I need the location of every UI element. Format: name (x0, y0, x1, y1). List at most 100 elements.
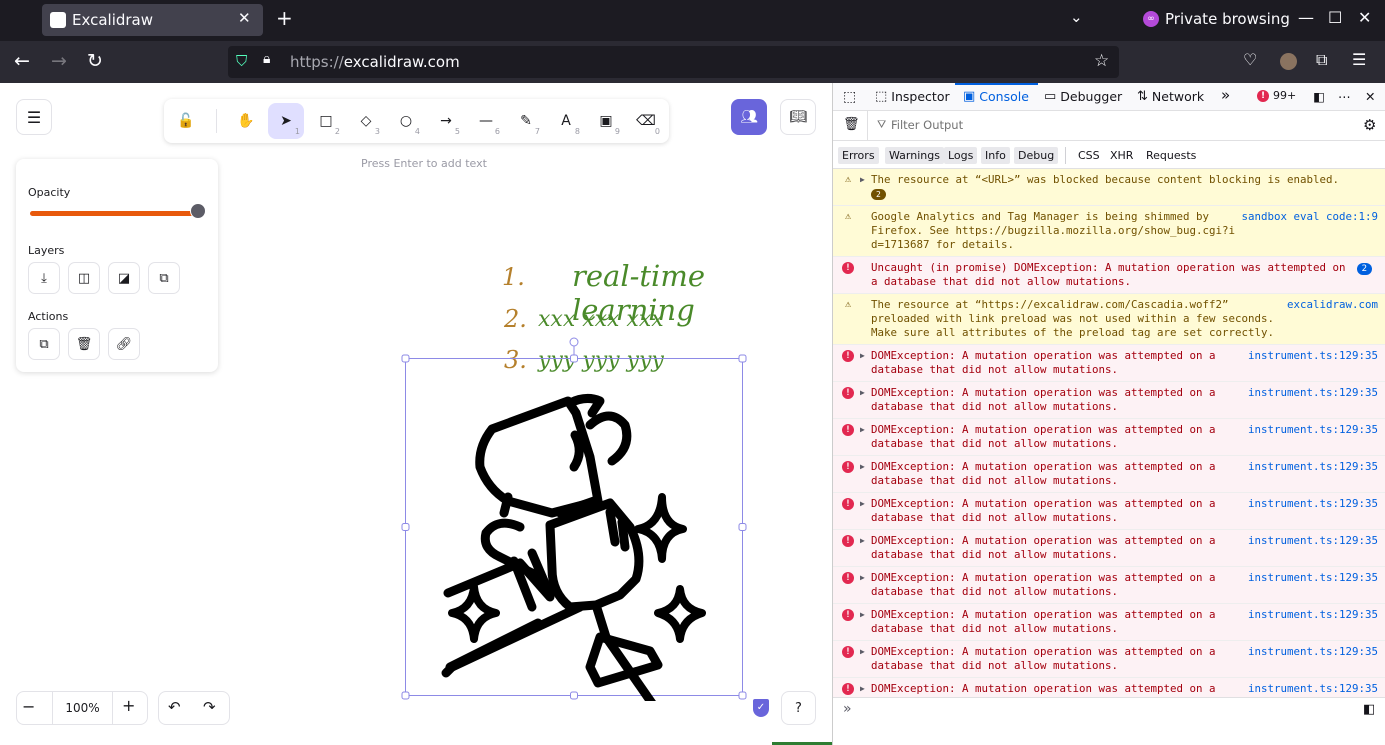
browser-tab[interactable]: Excalidraw ✕ (42, 4, 263, 36)
forward-icon[interactable]: → (51, 50, 67, 72)
filter-errors[interactable]: Errors (838, 147, 879, 164)
message-source-link[interactable]: instrument.ts:129:35 (1248, 682, 1378, 696)
delete-button[interactable]: 🗑︎ (68, 328, 100, 360)
console-error-message[interactable]: ! ▶ DOMException: A mutation operation was… (833, 419, 1385, 456)
send-backward-button[interactable]: ◫ (68, 262, 100, 294)
maximize-icon[interactable]: ☐ (1328, 8, 1342, 27)
expand-twisty-icon[interactable]: ▶ (860, 608, 865, 622)
tracking-shield-icon[interactable]: ⛉ (236, 52, 247, 70)
expand-twisty-icon[interactable]: ▶ (860, 423, 865, 437)
tab-debugger[interactable]: ▭ Debugger (1044, 89, 1122, 104)
message-source-link[interactable]: instrument.ts:129:35 (1248, 386, 1378, 400)
console-settings-gear-icon[interactable]: ⚙ (1363, 116, 1376, 134)
console-error-message[interactable]: ! ▶ DOMException: A mutation operation was… (833, 567, 1385, 604)
message-source-link[interactable]: instrument.ts:129:35 (1248, 423, 1378, 437)
console-error-message[interactable]: ! ▶ DOMException: A mutation operation was… (833, 604, 1385, 641)
diamond-tool[interactable]: ◇ 3 (348, 103, 384, 139)
redo-icon[interactable]: ↷ (203, 698, 216, 716)
expand-twisty-icon[interactable]: ▶ (860, 534, 865, 548)
undo-icon[interactable]: ↶ (168, 698, 181, 716)
console-error-message[interactable]: ! ▶ DOMException: A mutation operation was… (833, 382, 1385, 419)
pocket-icon[interactable]: ♡ (1243, 50, 1257, 69)
console-error-message[interactable]: ! ▶ DOMException: A mutation operation was… (833, 641, 1385, 678)
tab-console[interactable]: ▣ Console (963, 89, 1029, 104)
devtools-close-icon[interactable]: ✕ (1365, 89, 1375, 104)
library-button[interactable]: 📖︎ (780, 99, 816, 135)
message-source-link[interactable]: instrument.ts:129:35 (1248, 497, 1378, 511)
trophy-image-selection[interactable] (400, 337, 750, 701)
url-bar[interactable]: ⛉ 🔒︎ https://excalidraw.com ☆ (228, 46, 1119, 78)
filter-output-input[interactable]: Filter Output (891, 118, 963, 132)
eraser-tool[interactable]: ⌫ 0 (628, 103, 664, 139)
resize-handle[interactable] (570, 691, 578, 700)
resize-handle[interactable] (738, 523, 747, 531)
bring-to-front-button[interactable]: ⧉ (148, 262, 180, 294)
element-picker-icon[interactable]: ⬚ (843, 89, 856, 105)
help-button[interactable]: ? (781, 691, 816, 725)
console-error-message[interactable]: ! ▶ DOMException: A mutation operation was… (833, 530, 1385, 567)
expand-twisty-icon[interactable]: ▶ (860, 571, 865, 585)
excalidraw-canvas[interactable]: ☰ Press Enter to add text 👥︎ 📖︎ Opacity … (0, 83, 980, 745)
ellipse-tool[interactable]: ○ 4 (388, 103, 424, 139)
send-to-back-button[interactable]: ⤓ (28, 262, 60, 294)
message-source-link[interactable]: instrument.ts:129:35 (1248, 534, 1378, 548)
message-source-link[interactable]: excalidraw.com (1287, 298, 1378, 312)
message-source-link[interactable]: instrument.ts:129:35 (1248, 460, 1378, 474)
filter-logs[interactable]: Logs (944, 147, 978, 164)
devtools-menu-icon[interactable]: ⋯ (1338, 89, 1351, 104)
expand-twisty-icon[interactable]: ▶ (860, 497, 865, 511)
image-tool[interactable]: ▣ 9 (588, 103, 624, 139)
line-tool[interactable]: —6 (468, 103, 504, 139)
zoom-reset-button[interactable]: 100% (52, 691, 113, 725)
filter-warnings[interactable]: Warnings (885, 147, 944, 164)
reload-icon[interactable]: ↻ (87, 50, 103, 72)
lock-icon[interactable]: 🔒︎ (263, 51, 270, 67)
filter-requests[interactable]: Requests (1146, 147, 1196, 164)
expand-twisty-icon[interactable]: ▶ (860, 173, 865, 187)
back-icon[interactable]: ← (14, 50, 30, 72)
zoom-in-icon[interactable]: + (122, 696, 135, 715)
hand-tool[interactable]: ✋ (228, 103, 264, 139)
expand-twisty-icon[interactable]: ▶ (860, 386, 865, 400)
filter-info[interactable]: Info (981, 147, 1010, 164)
resize-handle[interactable] (738, 691, 747, 700)
editor-mode-icon[interactable]: ◧ (1363, 702, 1375, 717)
tab-close-icon[interactable]: ✕ (238, 9, 251, 27)
console-error-message[interactable]: ! ▶ DOMException: A mutation operation was… (833, 456, 1385, 493)
dock-side-icon[interactable]: ◧ (1313, 89, 1325, 104)
duplicate-button[interactable]: ⧉ (28, 328, 60, 360)
tab-network[interactable]: ⇅ Network (1137, 89, 1204, 104)
live-collaboration-button[interactable]: 👥︎ (731, 99, 767, 135)
console-input-row[interactable]: » ◧ (833, 697, 1385, 723)
console-error-message[interactable]: ! ▶ DOMException: A mutation operation was… (833, 678, 1385, 697)
more-tabs-icon[interactable]: » (1221, 86, 1230, 104)
console-error-message[interactable]: ! ▶ DOMException: A mutation operation was… (833, 493, 1385, 530)
bookmark-star-icon[interactable]: ☆ (1094, 51, 1109, 71)
console-warning-message[interactable]: ⚠ ▶ The resource at “<URL>” was blocked be… (833, 169, 1385, 206)
link-button[interactable]: 🔗︎ (108, 328, 140, 360)
resize-handle[interactable] (570, 354, 578, 363)
new-tab-icon[interactable]: + (276, 6, 293, 30)
filter-debug[interactable]: Debug (1014, 147, 1059, 164)
extensions-icon[interactable]: ⧉ (1316, 50, 1327, 70)
console-warning-message[interactable]: ⚠ Google Analytics and Tag Manager is bei… (833, 206, 1385, 257)
minimize-icon[interactable]: — (1298, 8, 1314, 27)
expand-twisty-icon[interactable]: ▶ (860, 682, 865, 696)
resize-handle[interactable] (401, 691, 410, 700)
rectangle-tool[interactable]: □ 2 (308, 103, 344, 139)
rotation-handle[interactable] (569, 337, 579, 347)
filter-css[interactable]: CSS (1078, 147, 1100, 164)
resize-handle[interactable] (401, 523, 410, 531)
error-count-badge[interactable]: ! 99+ (1257, 89, 1296, 102)
message-source-link[interactable]: instrument.ts:129:35 (1248, 608, 1378, 622)
arrow-tool[interactable]: → 5 (428, 103, 464, 139)
expand-twisty-icon[interactable]: ▶ (860, 349, 865, 363)
canvas-text-line-2[interactable]: xxx xxx xxx (538, 307, 664, 332)
console-error-message[interactable]: ! ▶ DOMException: A mutation operation was… (833, 345, 1385, 382)
opacity-slider-thumb[interactable] (190, 203, 206, 219)
app-menu-icon[interactable]: ☰ (1352, 50, 1366, 69)
main-menu-button[interactable]: ☰ (16, 99, 52, 135)
tab-list-chevron-icon[interactable]: ⌄ (1070, 8, 1083, 26)
zoom-out-icon[interactable]: − (22, 697, 35, 716)
window-close-icon[interactable]: ✕ (1358, 8, 1371, 27)
